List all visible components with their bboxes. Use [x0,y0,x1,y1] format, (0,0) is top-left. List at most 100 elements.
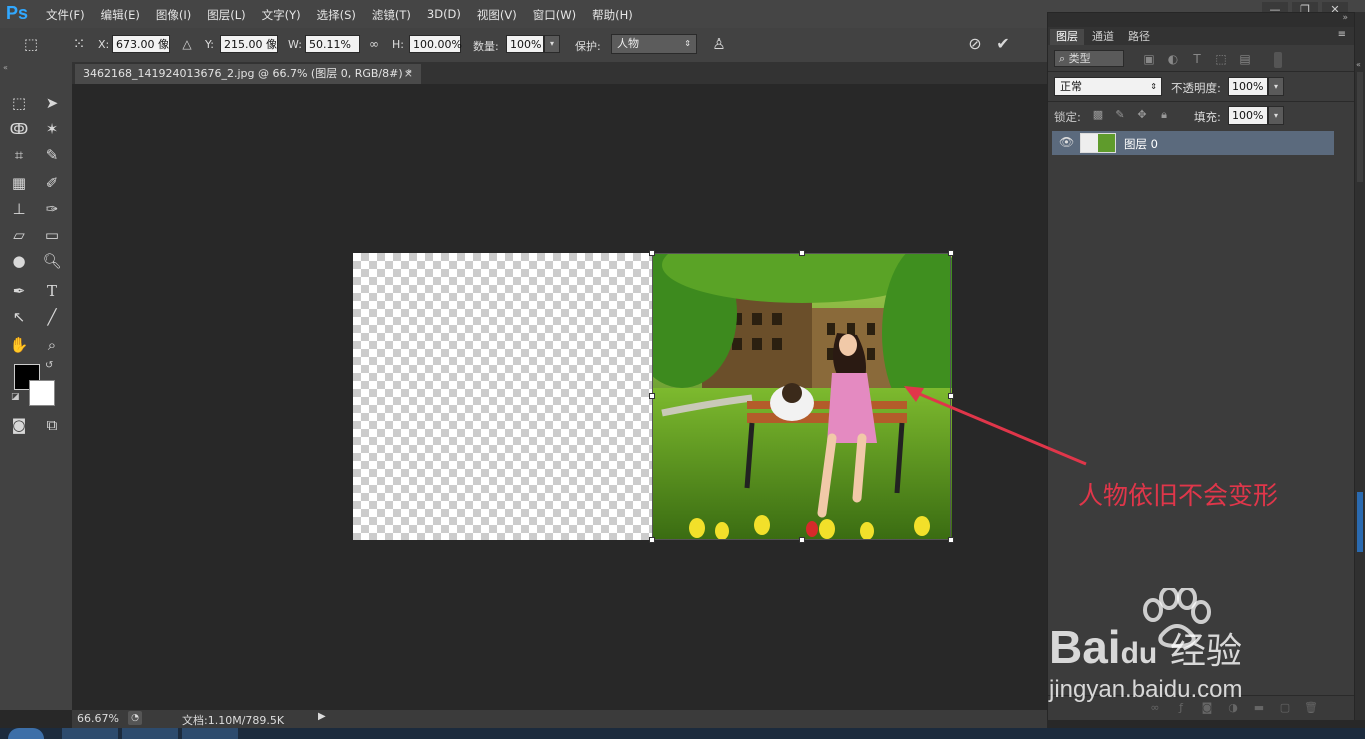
background-color-swatch[interactable] [29,380,55,406]
brush-tool-icon[interactable]: ✐ [41,172,63,194]
tab-channels[interactable]: 通道 [1086,29,1120,45]
zoom-tool-icon[interactable]: ⌕ [41,334,63,356]
panel-menu-icon[interactable]: ≡ [1338,29,1346,40]
w-field[interactable]: 50.11% [305,35,360,53]
dodge-tool-icon[interactable]: 🔍︎ [41,250,63,272]
menu-3d[interactable]: 3D(D) [427,7,461,23]
blur-tool-icon[interactable]: ● [8,250,30,272]
lasso-tool-icon[interactable]: ↂ [8,118,30,140]
collapse-icon[interactable]: « [3,63,8,72]
delta-icon[interactable]: △ [178,34,196,54]
menu-type[interactable]: 文字(Y) [262,7,301,23]
fill-field[interactable]: 100% [1228,106,1268,125]
tab-layers[interactable]: 图层 [1050,29,1084,45]
eye-icon[interactable]: 👁︎ [1059,135,1074,149]
close-tab-icon[interactable]: × [404,64,413,84]
filter-shape-icon[interactable]: ⬚ [1212,49,1230,69]
swap-colors-icon[interactable]: ↺ [45,360,53,371]
zoom-level[interactable]: 66.67% [77,712,119,725]
dock-expand-icon[interactable]: « [1356,60,1361,69]
quick-mask-icon[interactable]: ◙ [8,414,30,436]
transform-handle-top-right[interactable] [948,250,954,256]
opacity-dropdown-icon[interactable]: ▾ [1268,77,1284,96]
status-options-icon[interactable]: ◔ [128,711,142,725]
transform-tool-icon[interactable]: ⬚ [20,34,42,54]
chevron-down-icon[interactable]: ▾ [544,35,560,53]
lock-position-icon[interactable]: ✥ [1134,105,1150,125]
taskbar-app-3[interactable] [182,728,238,739]
y-field[interactable]: 215.00 像 [220,35,278,53]
x-field[interactable]: 673.00 像 [112,35,170,53]
taskbar-app-1[interactable] [62,728,118,739]
filter-toggle[interactable] [1274,52,1282,68]
filter-type-icon[interactable]: T [1188,49,1206,69]
filter-adjustment-icon[interactable]: ◐ [1164,49,1182,69]
fill-dropdown-icon[interactable]: ▾ [1268,106,1284,125]
eraser-tool-icon[interactable]: ▱ [8,224,30,246]
menu-window[interactable]: 窗口(W) [533,7,576,23]
history-brush-icon[interactable]: ✑ [41,198,63,220]
gradient-tool-icon[interactable]: ▭ [41,224,63,246]
marquee-tool-icon[interactable]: ⬚ [8,92,30,114]
filter-smart-object-icon[interactable]: ▤ [1236,49,1254,69]
move-tool-icon[interactable]: ➤ [41,92,63,114]
menu-view[interactable]: 视图(V) [477,7,517,23]
menu-help[interactable]: 帮助(H) [592,7,633,23]
filter-pixel-icon[interactable]: ▣ [1140,49,1158,69]
hand-tool-icon[interactable]: ✋ [8,334,30,356]
layer-name[interactable]: 图层 0 [1124,136,1158,152]
lock-all-icon[interactable]: 🔒︎ [1156,105,1172,125]
layer-thumbnail [1080,133,1116,153]
magic-wand-icon[interactable]: ✶ [41,118,63,140]
lock-pixels-icon[interactable]: ✎ [1112,105,1128,125]
transform-handle-top[interactable] [799,250,805,256]
healing-brush-icon[interactable]: ▦ [8,172,30,194]
taskbar-app-2[interactable] [122,728,178,739]
clone-stamp-icon[interactable]: ⊥ [8,198,30,220]
h-field[interactable]: 100.00% [409,35,462,53]
status-bar: 66.67% ◔ 文档:1.10M/789.5K ▶ [72,710,1047,728]
link-icon[interactable]: ∞ [366,34,382,54]
blend-mode-select[interactable]: 正常 ⇕ [1054,77,1162,96]
transform-handle-bottom-left[interactable] [649,537,655,543]
transform-handle-bottom-right[interactable] [948,537,954,543]
menu-image[interactable]: 图像(I) [156,7,191,23]
protect-select[interactable]: 人物 ⇕ [611,34,697,54]
crop-tool-icon[interactable]: ⌗ [8,144,30,166]
type-tool-icon[interactable]: T [41,280,63,302]
eyedropper-icon[interactable]: ✎ [41,144,63,166]
transform-handle-top-left[interactable] [649,250,655,256]
filter-kind-label: 类型 [1068,52,1091,65]
menu-filter[interactable]: 滤镜(T) [372,7,411,23]
dock-scrollbar[interactable] [1357,72,1363,182]
panel-top-strip: » [1048,13,1354,27]
menu-layer[interactable]: 图层(L) [207,7,245,23]
lock-transparent-icon[interactable]: ▩ [1090,105,1106,125]
filter-kind-select[interactable]: ⌕ 类型 [1054,50,1124,67]
person-icon[interactable]: ♙ [709,34,729,54]
amount-field[interactable]: 100% [506,35,544,53]
transform-handle-bottom[interactable] [799,537,805,543]
menu-select[interactable]: 选择(S) [317,7,356,23]
cancel-transform-icon[interactable]: ⊘ [964,34,986,54]
menu-edit[interactable]: 编辑(E) [101,7,140,23]
start-button[interactable] [8,728,44,739]
layer-row[interactable]: 👁︎ 图层 0 [1052,131,1334,155]
opacity-field[interactable]: 100% [1228,77,1268,96]
tab-paths[interactable]: 路径 [1122,29,1156,45]
h-label: H: [392,38,404,51]
line-tool-icon[interactable]: ╱ [41,306,63,328]
default-colors-icon[interactable]: ◪ [11,392,20,402]
panel-collapse-icon[interactable]: » [1342,13,1348,23]
screen-mode-icon[interactable]: ⧉ [41,414,63,436]
amount-label: 数量: [473,40,499,53]
protect-label: 保护: [575,40,601,53]
menu-file[interactable]: 文件(F) [46,7,85,23]
transform-handle-left[interactable] [649,393,655,399]
path-select-icon[interactable]: ↖ [8,306,30,328]
document-tab[interactable]: 3462168_141924013676_2.jpg @ 66.7% (图层 0… [75,64,421,84]
pen-tool-icon[interactable]: ✒ [8,280,30,302]
commit-transform-icon[interactable]: ✔ [992,34,1014,54]
reference-point-icon[interactable]: ⁙ [68,34,90,54]
status-menu-arrow-icon[interactable]: ▶ [318,711,326,722]
